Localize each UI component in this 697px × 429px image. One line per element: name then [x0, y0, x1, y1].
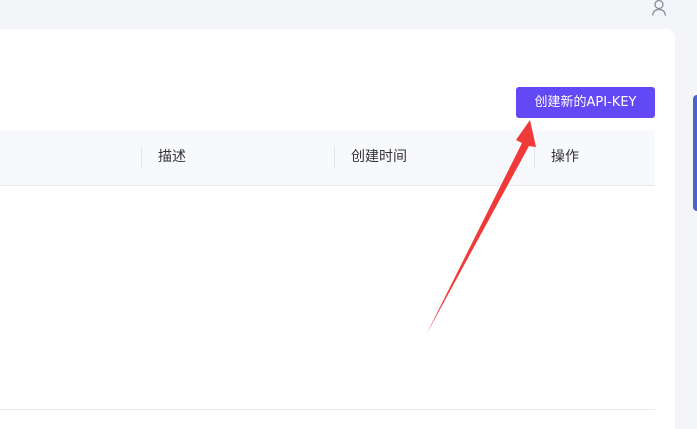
- side-panel-edge: [693, 95, 697, 211]
- column-header-actions: 操作: [551, 149, 579, 165]
- user-icon[interactable]: [650, 0, 668, 16]
- column-divider: [534, 147, 535, 169]
- column-divider: [334, 147, 335, 169]
- column-header-description: 描述: [158, 149, 186, 165]
- create-api-key-button[interactable]: 创建新的API-KEY: [516, 87, 655, 118]
- column-header-created-time: 创建时间: [351, 149, 407, 165]
- column-divider: [141, 147, 142, 169]
- table-header: 描述 创建时间 操作: [0, 130, 655, 186]
- table-bottom-border: [0, 409, 655, 410]
